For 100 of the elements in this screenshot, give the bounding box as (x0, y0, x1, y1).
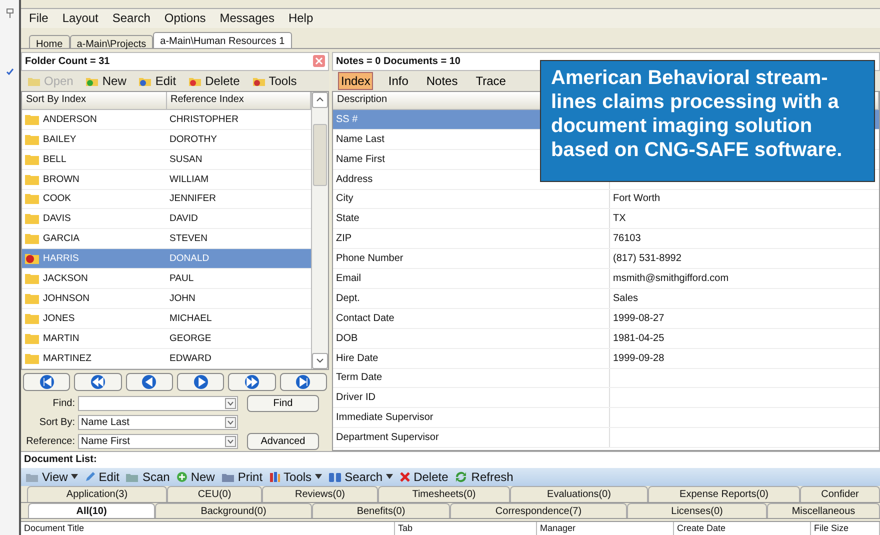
toolbar-button[interactable]: Delete (398, 470, 448, 484)
toolbar-button[interactable]: Delete (188, 74, 240, 88)
back-fast-button[interactable] (74, 372, 122, 391)
folder-row[interactable]: MARTINEZ EDWARD (22, 348, 311, 369)
forward-fast-button[interactable] (228, 372, 276, 391)
folder-icon (25, 213, 39, 224)
column-header[interactable]: File Size (811, 522, 880, 535)
tab[interactable]: Expense Reports(0) (648, 486, 800, 502)
field-name: State (336, 213, 360, 224)
pin-icon[interactable] (6, 8, 14, 18)
folder-icon (25, 154, 39, 165)
index-row[interactable]: State TX (333, 209, 879, 230)
table-cell: MARTIN (43, 332, 80, 344)
toolbar-button[interactable]: Print (220, 470, 263, 484)
tab[interactable]: Correspondence(7) (450, 502, 627, 518)
menu-item[interactable]: Messages (220, 11, 274, 26)
field-name: Driver ID (336, 392, 376, 404)
tab[interactable]: Notes (423, 72, 461, 90)
field-name: Department Supervisor (336, 432, 439, 444)
action-button[interactable]: Advanced (247, 432, 319, 450)
table-cell: DAVIS (43, 213, 71, 224)
folder-note-icon (25, 253, 39, 264)
tab[interactable]: Benefits(0) (312, 502, 450, 518)
tab[interactable]: Confider (800, 486, 880, 502)
tab[interactable]: Background(0) (155, 502, 312, 518)
field-name: Hire Date (336, 352, 378, 364)
folder-row[interactable]: BROWN WILLIAM (22, 170, 311, 190)
first-icon (40, 374, 54, 389)
toolbar-button[interactable]: Refresh (454, 470, 514, 484)
index-row[interactable]: Phone Number (817) 531-8992 (333, 249, 879, 270)
tab[interactable]: Miscellaneous (767, 502, 880, 518)
index-row[interactable]: City Fort Worth (333, 190, 879, 210)
menu-item[interactable]: Layout (62, 11, 98, 26)
field-name: SS # (336, 114, 358, 125)
dropdown-field[interactable] (78, 396, 238, 411)
tab[interactable]: Home (29, 34, 70, 48)
folder-icon (25, 332, 39, 344)
index-row[interactable]: Immediate Supervisor (333, 408, 879, 428)
field-value: Sales (613, 292, 638, 304)
table-cell: HARRIS (43, 253, 79, 264)
column-header[interactable]: Sort By Index (22, 92, 166, 109)
tab[interactable]: Reviews(0) (262, 486, 378, 502)
table-cell: BROWN (43, 174, 80, 185)
menu-item[interactable]: Options (164, 11, 206, 26)
menu-item[interactable]: Help (288, 11, 314, 26)
index-row[interactable]: DOB 1981-04-25 (333, 328, 879, 349)
scrollbar[interactable] (311, 92, 328, 369)
tab[interactable]: CEU(0) (167, 486, 262, 502)
folder-icon (25, 233, 39, 244)
tab[interactable]: Trace (472, 72, 509, 90)
toolbar-button[interactable]: Tools (252, 74, 297, 88)
table-cell: STEVEN (170, 233, 208, 244)
scroll-thumb[interactable] (313, 124, 327, 186)
first-button[interactable] (23, 372, 70, 391)
tab[interactable]: a-Main\Projects (70, 34, 154, 48)
check-icon (6, 68, 14, 76)
tab[interactable]: Index (338, 72, 374, 90)
tab[interactable]: Licenses(0) (627, 502, 767, 518)
tab[interactable]: Timesheets(0) (378, 486, 510, 502)
dropdown-field[interactable]: Name First (78, 434, 238, 449)
index-row[interactable]: Department Supervisor (333, 428, 879, 448)
field-name: Email (336, 273, 362, 284)
folder-icon (25, 292, 39, 304)
index-row[interactable]: Contact Date 1999-08-27 (333, 308, 879, 329)
index-row[interactable]: Term Date (333, 368, 879, 388)
last-button[interactable] (280, 372, 327, 391)
index-row[interactable]: ZIP 76103 (333, 229, 879, 250)
tab[interactable]: All(10) (28, 502, 155, 518)
table-cell: DOROTHY (170, 134, 217, 145)
column-header[interactable]: Manager (537, 522, 674, 535)
index-row[interactable]: Email msmith@smithgifford.com (333, 269, 879, 289)
folder-icon (25, 312, 39, 324)
toolbar-button[interactable]: New (85, 74, 126, 88)
tab[interactable]: Application(3) (27, 486, 167, 502)
toolbar-button[interactable]: Tools (268, 470, 322, 484)
toolbar-button[interactable]: Edit (84, 470, 120, 484)
tab[interactable]: a-Main\Human Resources 1 (153, 32, 292, 48)
table-cell: EDWARD (170, 352, 212, 364)
toolbar-button[interactable]: Edit (138, 74, 176, 88)
column-header[interactable]: Tab (395, 522, 537, 535)
dropdown-field[interactable]: Name Last (78, 414, 238, 430)
field-label: Find: (52, 398, 75, 409)
folder-row[interactable]: COOK JENNIFER (22, 190, 311, 210)
menu-item[interactable]: File (29, 11, 48, 26)
toolbar-button[interactable]: New (176, 470, 215, 484)
column-header[interactable]: Create Date (674, 522, 811, 535)
tab[interactable]: Evaluations(0) (510, 486, 648, 502)
index-row[interactable]: Hire Date 1999-09-28 (333, 348, 879, 369)
toolbar-button[interactable]: View (25, 470, 78, 484)
index-row[interactable]: Driver ID (333, 388, 879, 408)
index-row[interactable]: Dept. Sales (333, 288, 879, 309)
menu-item[interactable]: Search (112, 11, 150, 26)
column-header[interactable]: Document Title (21, 522, 395, 535)
field-name: DOB (336, 332, 358, 344)
tab[interactable]: Info (385, 72, 412, 90)
forward-button[interactable] (176, 372, 224, 391)
back-button[interactable] (126, 372, 173, 391)
action-button[interactable]: Find (247, 394, 319, 412)
toolbar-button[interactable]: Search (328, 470, 393, 484)
toolbar-button[interactable]: Scan (125, 470, 170, 484)
